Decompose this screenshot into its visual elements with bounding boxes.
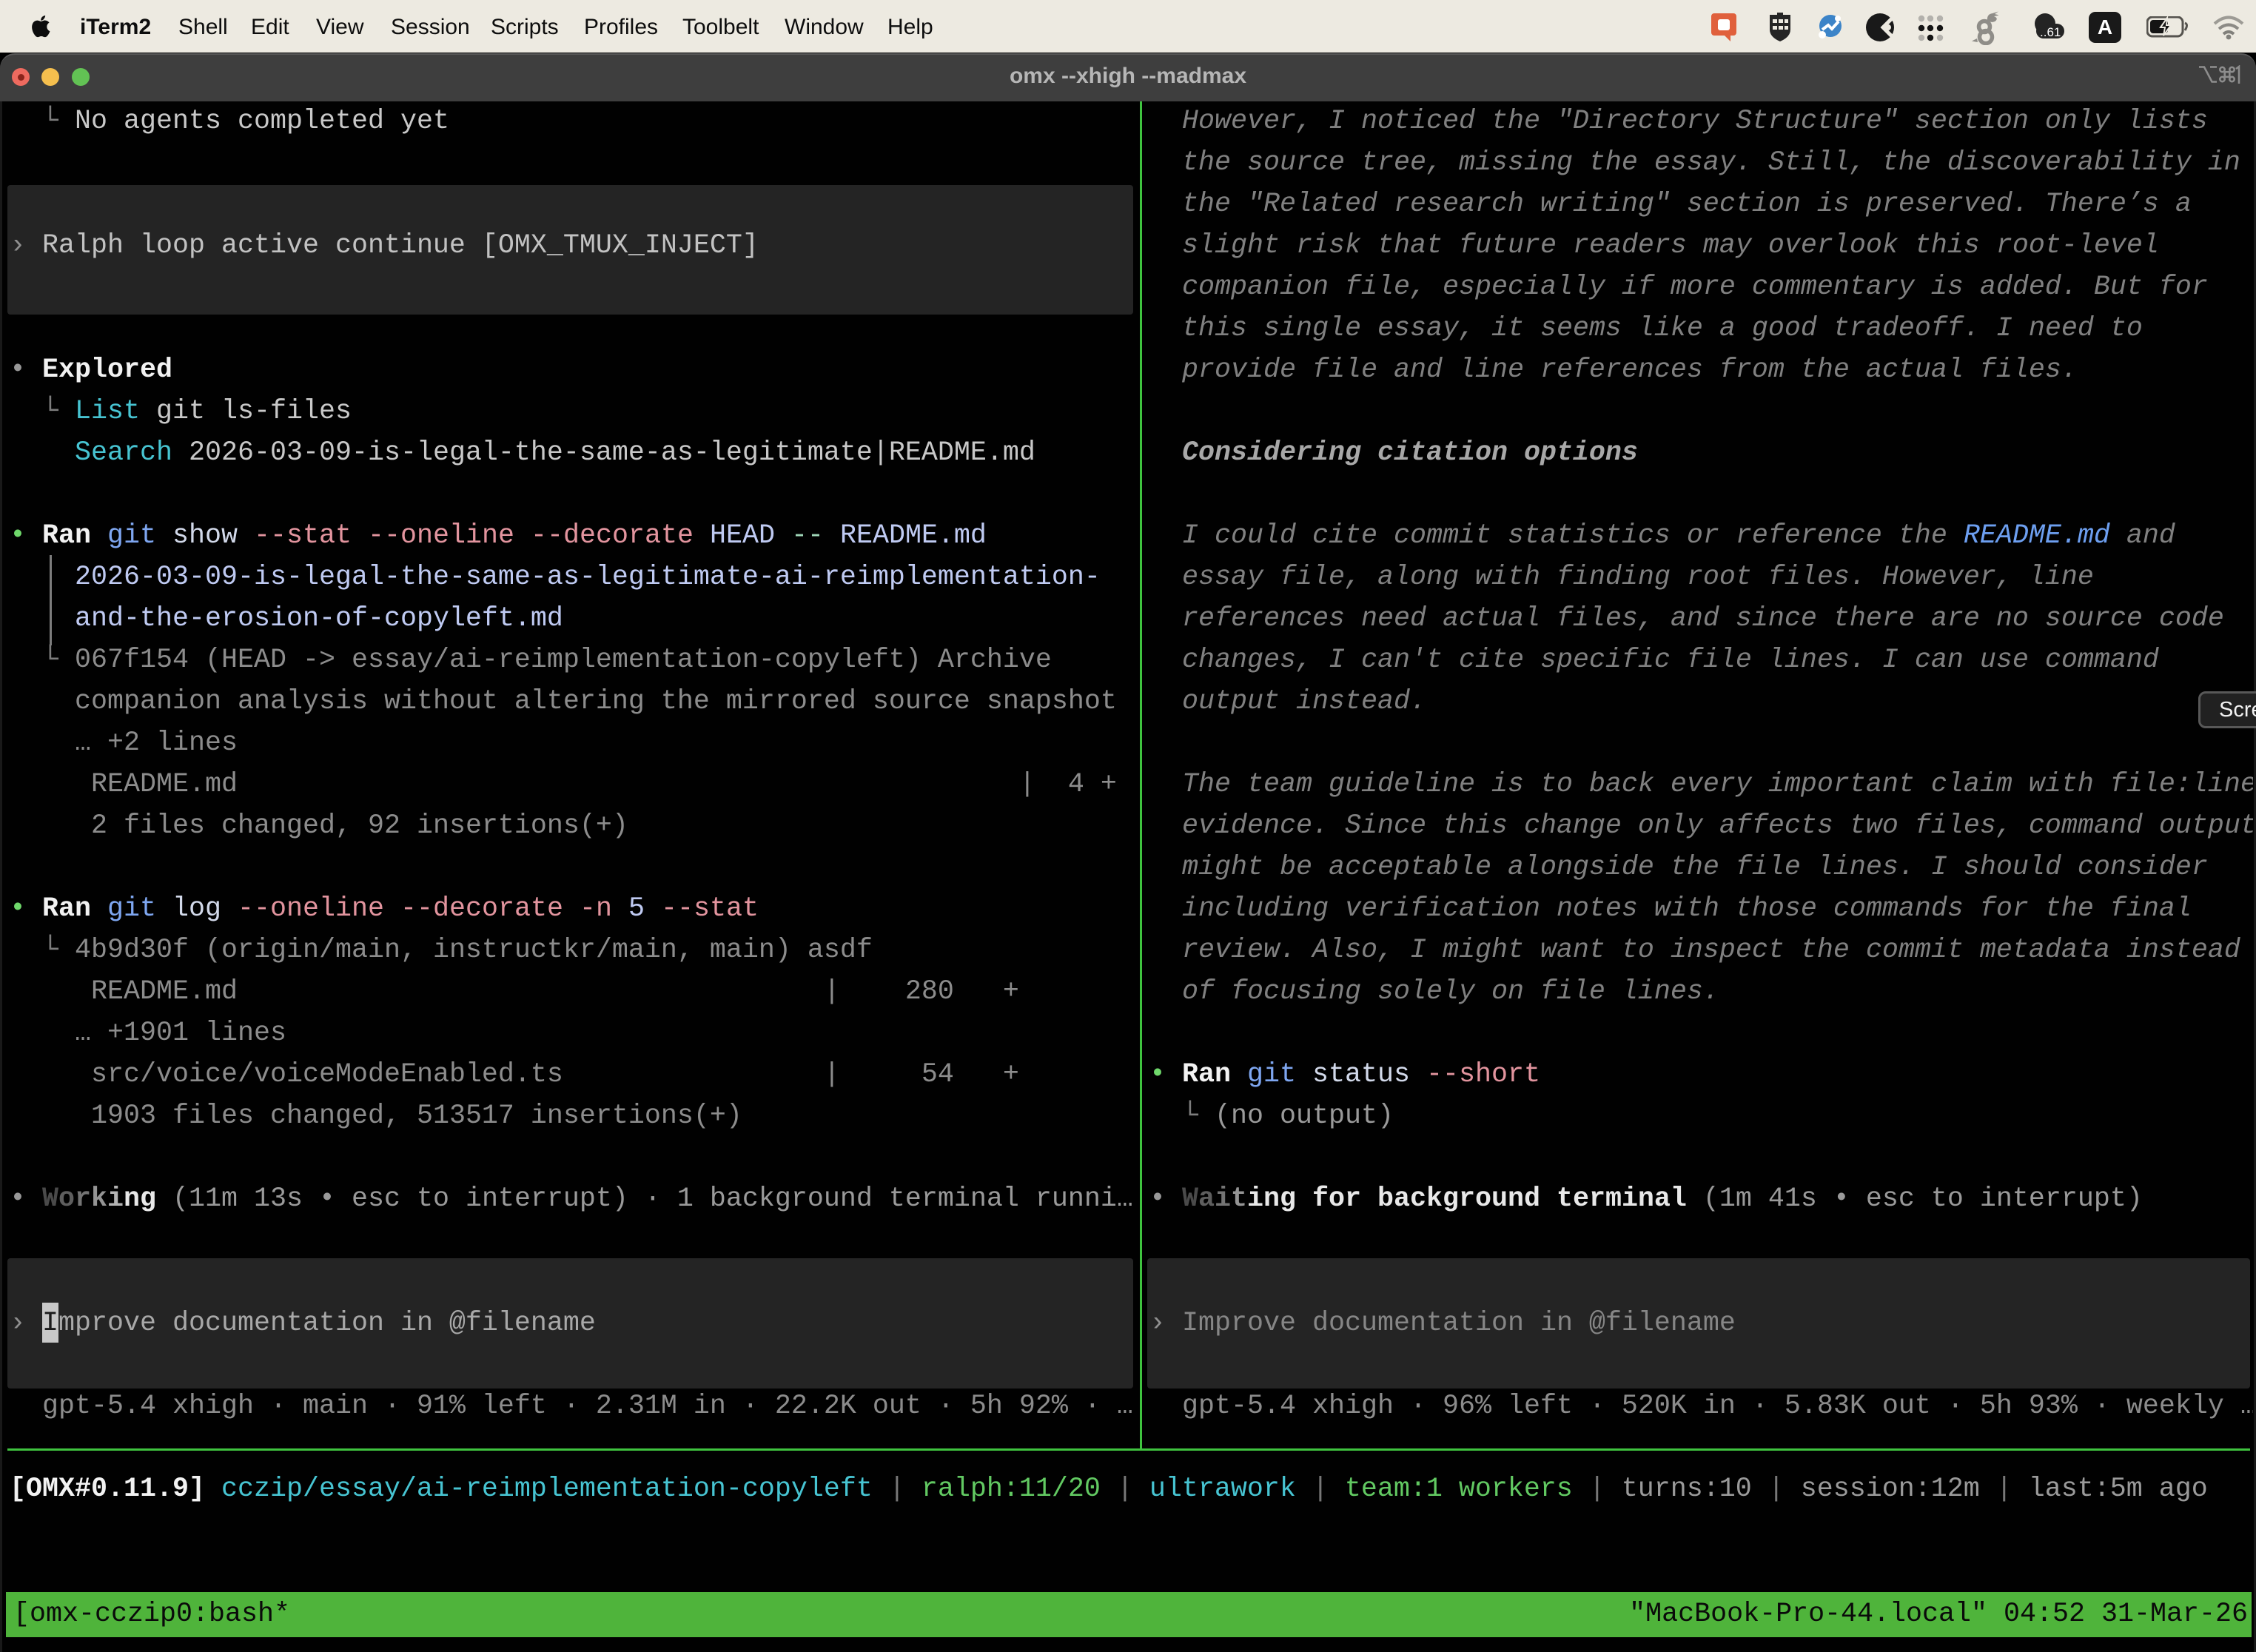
svg-text:..61: ..61 [2040, 25, 2061, 39]
